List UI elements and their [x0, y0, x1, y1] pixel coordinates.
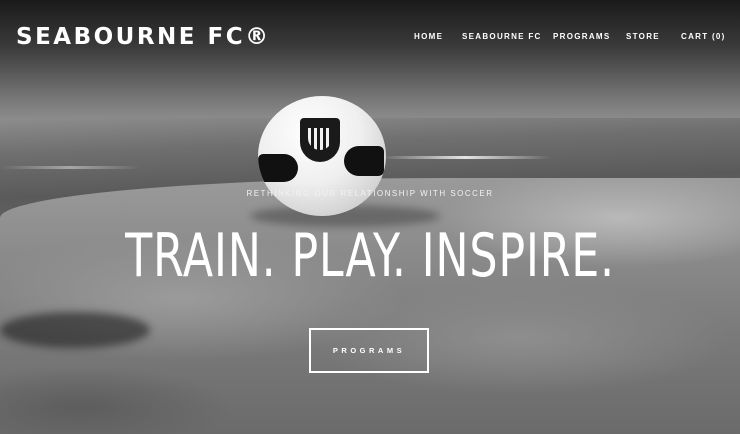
site-logo[interactable]: SEABOURNE FC®	[16, 24, 271, 50]
programs-cta-button[interactable]: PROGRAMS	[309, 328, 429, 373]
sand-shadow	[0, 312, 150, 348]
hero-headline: TRAIN. PLAY. INSPIRE.	[125, 221, 615, 291]
club-crest-icon	[300, 118, 340, 162]
nav-home[interactable]: HOME	[414, 32, 443, 41]
hero-tagline: RETHINKING OUR RELATIONSHIP WITH SOCCER	[246, 189, 494, 198]
wave-crest	[380, 156, 550, 159]
ball-panel	[344, 146, 384, 176]
nav-cart[interactable]: CART (0)	[681, 32, 726, 41]
ball-panel	[258, 154, 298, 182]
nav-store[interactable]: STORE	[626, 32, 660, 41]
nav-seabourne-fc[interactable]: SEABOURNE FC	[462, 32, 542, 41]
hero-section: SEABOURNE FC® HOME SEABOURNE FC PROGRAMS…	[0, 0, 740, 434]
soccer-ball-image	[258, 96, 386, 216]
hero-sky-background	[0, 0, 740, 135]
wave-crest	[0, 166, 140, 169]
nav-programs[interactable]: PROGRAMS	[553, 32, 611, 41]
